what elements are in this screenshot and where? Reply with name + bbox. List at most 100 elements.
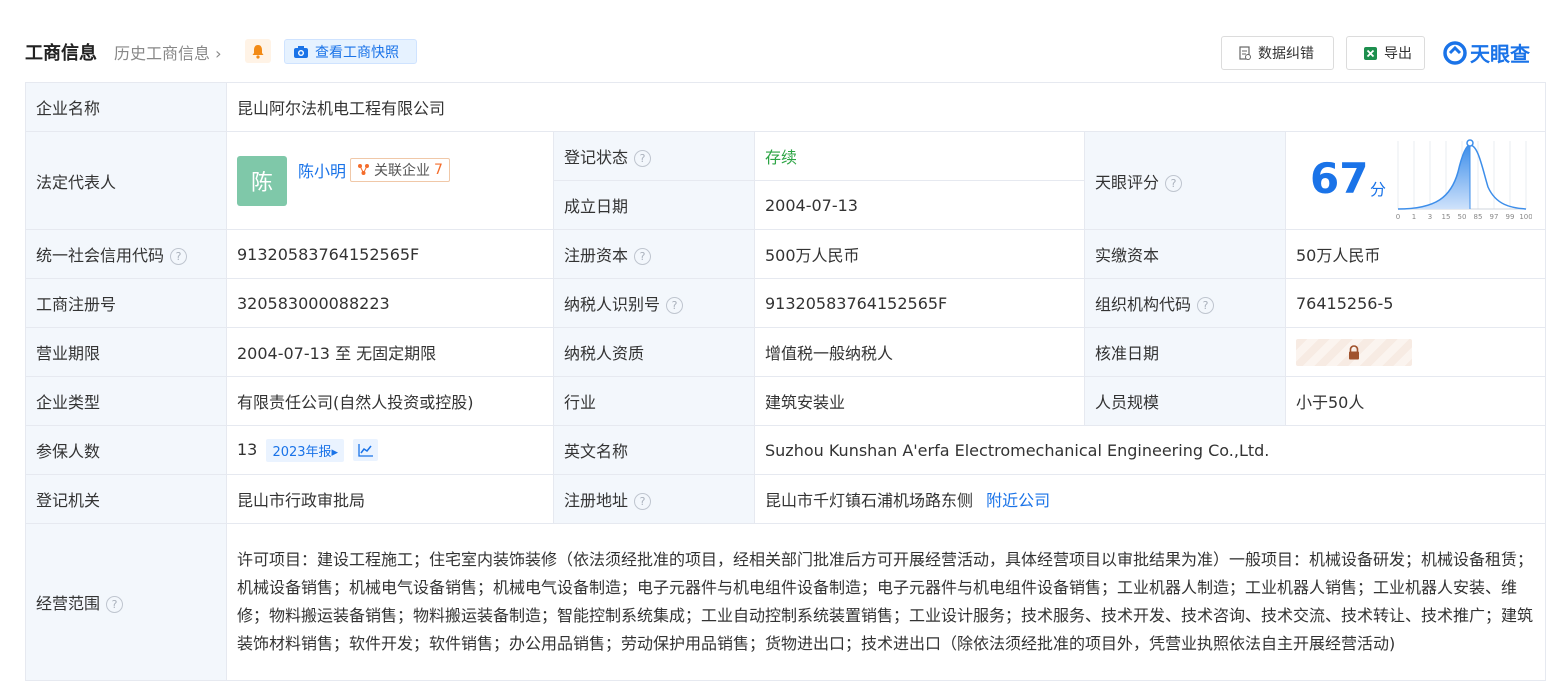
tax-qual-label: 纳税人资质 [553, 327, 755, 377]
export-label: 导出 [1384, 46, 1412, 62]
chevron-right-icon: › [215, 44, 222, 63]
term-label: 营业期限 [25, 327, 227, 377]
reg-no: 320583000088223 [226, 278, 554, 328]
help-icon[interactable]: ? [106, 596, 124, 613]
paid-capital: 50万人民币 [1284, 229, 1547, 279]
tax-qual: 增值税一般纳税人 [754, 327, 1085, 377]
monitor-button[interactable] [245, 39, 271, 63]
help-icon[interactable]: ? [634, 150, 652, 167]
data-correction-button[interactable]: 数据纠错 [1221, 36, 1334, 70]
authority: 昆山市行政审批局 [226, 474, 554, 524]
reg-status-cell: 存续 [754, 131, 1085, 181]
axis-tick: 85 [1474, 213, 1483, 221]
staff-size-label: 人员规模 [1084, 376, 1286, 426]
table-row: 企业类型 有限责任公司(自然人投资或控股) 行业 建筑安装业 人员规模 小于50… [25, 376, 1547, 426]
axis-tick: 50 [1458, 213, 1467, 221]
locked-value[interactable] [1296, 338, 1412, 366]
address-label: 注册地址? [553, 474, 755, 524]
address-cell: 昆山市千灯镇石浦机场路东侧 附近公司 [753, 474, 1547, 524]
company-name-label: 企业名称 [25, 82, 227, 132]
score-value: 67 [1310, 154, 1369, 203]
table-row: 工商注册号 320583000088223 纳税人识别号? 9132058376… [25, 278, 1547, 328]
year-report-badge[interactable]: 2023年报▸ [266, 438, 345, 462]
business-scope: 许可项目：建设工程施工；住宅室内装饰装修（依法须经批准的项目，经相关部门批准后方… [225, 523, 1547, 681]
table-row: 统一社会信用代码? 91320583764152565F 注册资本? 500万人… [25, 229, 1547, 279]
related-count: 7 [434, 161, 443, 178]
logo-icon [1443, 40, 1467, 65]
credit-code: 91320583764152565F [226, 229, 554, 279]
section-header: 工商信息 历史工商信息 › 查看工商快照 数据纠错 导出 天眼查 [0, 0, 1559, 82]
scope-label: 经营范围? [25, 523, 227, 681]
table-row: 登记机关 昆山市行政审批局 注册地址? 昆山市千灯镇石浦机场路东侧 附近公司 [25, 474, 1547, 524]
snapshot-label: 查看工商快照 [315, 44, 399, 61]
score-distribution-chart: 0 1 3 15 50 85 97 99 100 [1396, 139, 1532, 221]
help-icon[interactable]: ? [1165, 174, 1183, 192]
paid-capital-label: 实缴资本 [1084, 229, 1286, 279]
axis-tick: 99 [1506, 213, 1515, 221]
trend-chart-button[interactable] [353, 439, 379, 461]
company-name: 昆山阿尔法机电工程有限公司 [225, 82, 1547, 132]
camera-icon [294, 45, 308, 58]
legal-rep-cell: 陈 陈小明 关联企业 7 [226, 131, 554, 230]
axis-tick: 1 [1412, 213, 1416, 221]
insured-cell: 13 2023年报▸ [226, 425, 554, 475]
avatar: 陈 [237, 155, 287, 206]
authority-label: 登记机关 [25, 474, 227, 524]
industry: 建筑安装业 [754, 376, 1085, 426]
history-link[interactable]: 历史工商信息 › [114, 40, 222, 64]
help-icon[interactable]: ? [170, 248, 188, 265]
tax-id: 91320583764152565F [754, 278, 1085, 328]
data-correction-label: 数据纠错 [1258, 46, 1314, 62]
related-label: 关联企业 [374, 162, 431, 179]
table-row: 营业期限 2004-07-13 至 无固定期限 纳税人资质 增值税一般纳税人 核… [25, 327, 1547, 377]
nearby-companies-link[interactable]: 附近公司 [986, 491, 1050, 510]
help-icon[interactable]: ? [634, 493, 652, 510]
term: 2004-07-13 至 无固定期限 [226, 327, 554, 377]
table-row: 法定代表人 陈 陈小明 关联企业 7 登记状态? 存续 天眼评分? 67 分 0… [25, 131, 1547, 230]
help-icon[interactable]: ? [634, 248, 652, 265]
table-row: 经营范围? 许可项目：建设工程施工；住宅室内装饰装修（依法须经批准的项目，经相关… [25, 523, 1547, 681]
help-icon[interactable]: ? [1197, 297, 1215, 314]
bell-icon [252, 44, 264, 59]
english-name: Suzhou Kunshan A'erfa Electromechanical … [753, 425, 1547, 475]
score-cell[interactable]: 67 分 0 1 3 15 50 85 97 99 100 [1284, 131, 1547, 230]
industry-label: 行业 [553, 376, 755, 426]
excel-icon [1364, 46, 1377, 60]
found-date: 2004-07-13 [754, 180, 1085, 230]
approve-date-cell [1284, 327, 1547, 377]
history-label: 历史工商信息 [114, 44, 211, 63]
reg-capital: 500万人民币 [754, 229, 1085, 279]
reg-capital-label: 注册资本? [553, 229, 755, 279]
table-row: 参保人数 13 2023年报▸ 英文名称 Suzhou Kunshan A'er… [25, 425, 1547, 475]
insured-count: 13 [237, 439, 258, 459]
staff-size: 小于50人 [1284, 376, 1547, 426]
help-icon[interactable]: ? [666, 297, 684, 314]
network-icon [358, 164, 370, 175]
insured-label: 参保人数 [25, 425, 227, 475]
axis-tick: 97 [1490, 213, 1499, 221]
edit-doc-icon [1239, 45, 1251, 60]
address: 昆山市千灯镇石浦机场路东侧 [765, 491, 974, 510]
score-label: 天眼评分? [1084, 131, 1286, 230]
axis-tick: 0 [1396, 213, 1400, 221]
reg-no-label: 工商注册号 [25, 278, 227, 328]
tianyancha-logo: 天眼查 [1443, 38, 1530, 67]
axis-tick: 3 [1428, 213, 1432, 221]
table-row: 企业名称 昆山阿尔法机电工程有限公司 [25, 82, 1547, 132]
snapshot-button[interactable]: 查看工商快照 [284, 39, 417, 64]
english-name-label: 英文名称 [553, 425, 755, 475]
legal-rep-label: 法定代表人 [25, 131, 227, 230]
credit-code-label: 统一社会信用代码? [25, 229, 227, 279]
reg-status-label: 登记状态? [553, 131, 755, 181]
axis-tick: 15 [1442, 213, 1451, 221]
tax-id-label: 纳税人识别号? [553, 278, 755, 328]
axis-tick: 100 [1519, 213, 1532, 221]
export-button[interactable]: 导出 [1346, 36, 1425, 70]
legal-rep-name-link[interactable]: 陈小明 [298, 158, 346, 182]
company-type: 有限责任公司(自然人投资或控股) [226, 376, 554, 426]
related-companies-badge[interactable]: 关联企业 7 [350, 157, 450, 182]
org-code-label: 组织机构代码? [1084, 278, 1286, 328]
lock-icon [1349, 344, 1359, 359]
section-title: 工商信息 [25, 43, 97, 64]
company-type-label: 企业类型 [25, 376, 227, 426]
